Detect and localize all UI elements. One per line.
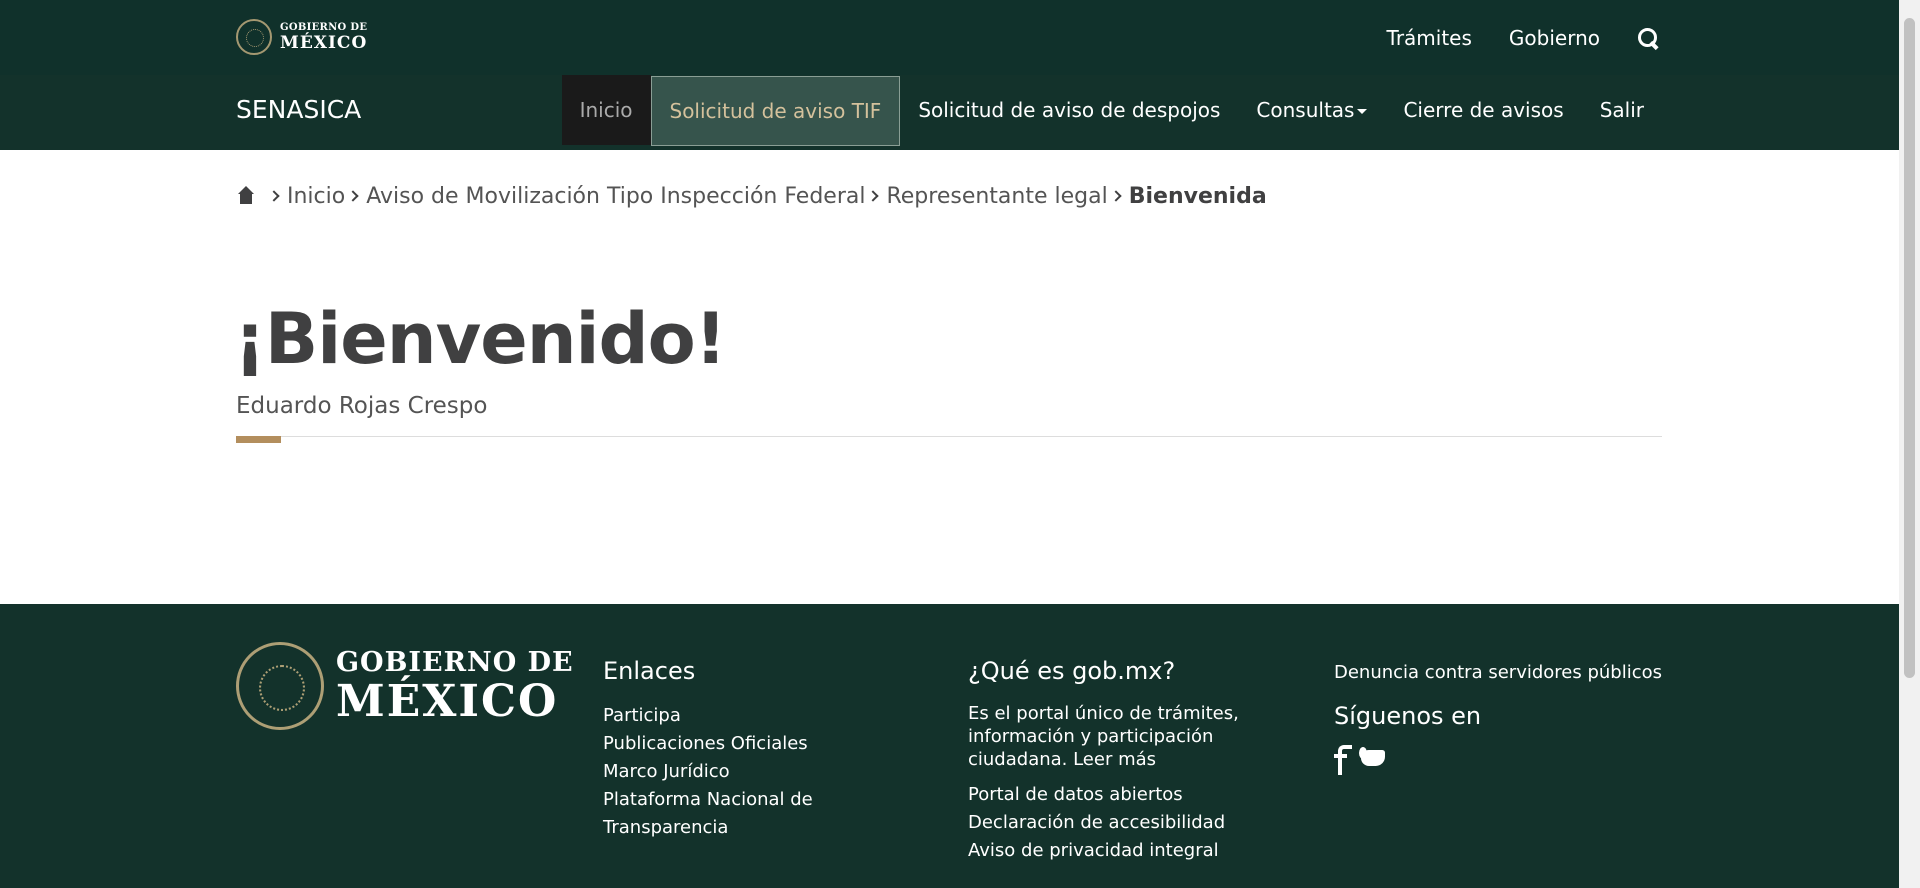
twitter-icon[interactable]: [1358, 745, 1388, 771]
scrollbar[interactable]: [1899, 0, 1920, 888]
scrollbar-thumb[interactable]: [1904, 18, 1915, 678]
logo-line1: GOBIERNO DE: [280, 21, 368, 33]
footer-logo-text: GOBIERNO DE MÉXICO: [336, 649, 574, 724]
breadcrumb-aviso-movilizacion[interactable]: Aviso de Movilización Tipo Inspección Fe…: [366, 184, 865, 209]
breadcrumb: Inicio Aviso de Movilización Tipo Inspec…: [236, 180, 1267, 212]
footer-enlaces: Enlaces Participa Publicaciones Oficiale…: [603, 656, 863, 842]
chevron-right-icon: [1110, 190, 1122, 202]
national-seal-icon: [236, 642, 324, 730]
search-icon[interactable]: [1637, 27, 1659, 49]
facebook-icon[interactable]: [1334, 745, 1352, 775]
menu-item-consultas-label: Consultas: [1256, 98, 1355, 122]
national-seal-icon: [236, 19, 272, 55]
logo-line2: MÉXICO: [280, 32, 368, 53]
brand-senasica[interactable]: SENASICA: [236, 75, 361, 145]
footer-denuncia-siguenos: Denuncia contra servidores públicos Sígu…: [1334, 659, 1674, 775]
footer-link-accesibilidad[interactable]: Declaración de accesibilidad: [968, 809, 1268, 837]
menu-item-solicitud-despojos[interactable]: Solicitud de aviso de despojos: [900, 75, 1238, 145]
logo-text: GOBIERNO DE MÉXICO: [280, 21, 368, 53]
chevron-right-icon: [268, 190, 280, 202]
breadcrumb-bienvenida: Bienvenida: [1128, 183, 1267, 209]
footer-logo-line2: MÉXICO: [336, 675, 559, 727]
divider: [236, 436, 1662, 437]
caret-down-icon: [1357, 108, 1368, 114]
chevron-right-icon: [347, 190, 359, 202]
sub-nav: SENASICA Inicio Solicitud de aviso TIF S…: [0, 75, 1899, 150]
main-menu: Inicio Solicitud de aviso TIF Solicitud …: [561, 75, 1662, 146]
footer-logo-line1: GOBIERNO DE: [336, 646, 574, 678]
que-es-heading: ¿Qué es gob.mx?: [968, 657, 1176, 685]
home-icon[interactable]: [236, 186, 256, 206]
menu-item-cierre-avisos[interactable]: Cierre de avisos: [1385, 75, 1581, 145]
footer-link-privacidad[interactable]: Aviso de privacidad integral: [968, 837, 1268, 865]
footer-link-publicaciones[interactable]: Publicaciones Oficiales: [603, 730, 863, 758]
user-name: Eduardo Rojas Crespo: [236, 393, 488, 419]
footer-que-es-gobmx: ¿Qué es gob.mx? Es el portal único de tr…: [968, 656, 1268, 865]
footer-link-participa[interactable]: Participa: [603, 702, 863, 730]
footer-link-datos-abiertos[interactable]: Portal de datos abiertos: [968, 781, 1268, 809]
enlaces-heading: Enlaces: [603, 657, 696, 685]
accent-bar: [236, 436, 281, 443]
menu-item-consultas[interactable]: Consultas: [1238, 75, 1385, 145]
top-nav: Trámites Gobierno: [1387, 0, 1659, 75]
top-bar: GOBIERNO DE MÉXICO Trámites Gobierno: [0, 0, 1899, 75]
social-links: [1334, 745, 1674, 775]
gobierno-logo[interactable]: GOBIERNO DE MÉXICO: [236, 18, 367, 56]
tramites-link[interactable]: Trámites: [1387, 26, 1472, 50]
footer-link-denuncia[interactable]: Denuncia contra servidores públicos: [1334, 659, 1674, 687]
chevron-right-icon: [867, 190, 880, 202]
menu-item-salir[interactable]: Salir: [1582, 75, 1662, 145]
que-es-description: Es el portal único de trámites, informac…: [968, 703, 1239, 770]
footer: GOBIERNO DE MÉXICO Enlaces Participa Pub…: [0, 604, 1899, 888]
gobierno-link[interactable]: Gobierno: [1509, 26, 1600, 50]
breadcrumb-representante-legal[interactable]: Representante legal: [886, 184, 1107, 209]
siguenos-heading: Síguenos en: [1334, 702, 1482, 730]
page-title: ¡Bienvenido!: [234, 298, 727, 380]
page: GOBIERNO DE MÉXICO Trámites Gobierno SEN…: [0, 0, 1899, 888]
footer-gobierno-logo[interactable]: GOBIERNO DE MÉXICO: [236, 642, 574, 730]
footer-link-transparencia[interactable]: Plataforma Nacional de Transparencia: [603, 786, 863, 842]
breadcrumb-inicio[interactable]: Inicio: [287, 184, 345, 209]
menu-item-inicio[interactable]: Inicio: [561, 75, 651, 145]
menu-item-solicitud-tif[interactable]: Solicitud de aviso TIF: [650, 76, 901, 146]
footer-link-marco-juridico[interactable]: Marco Jurídico: [603, 758, 863, 786]
